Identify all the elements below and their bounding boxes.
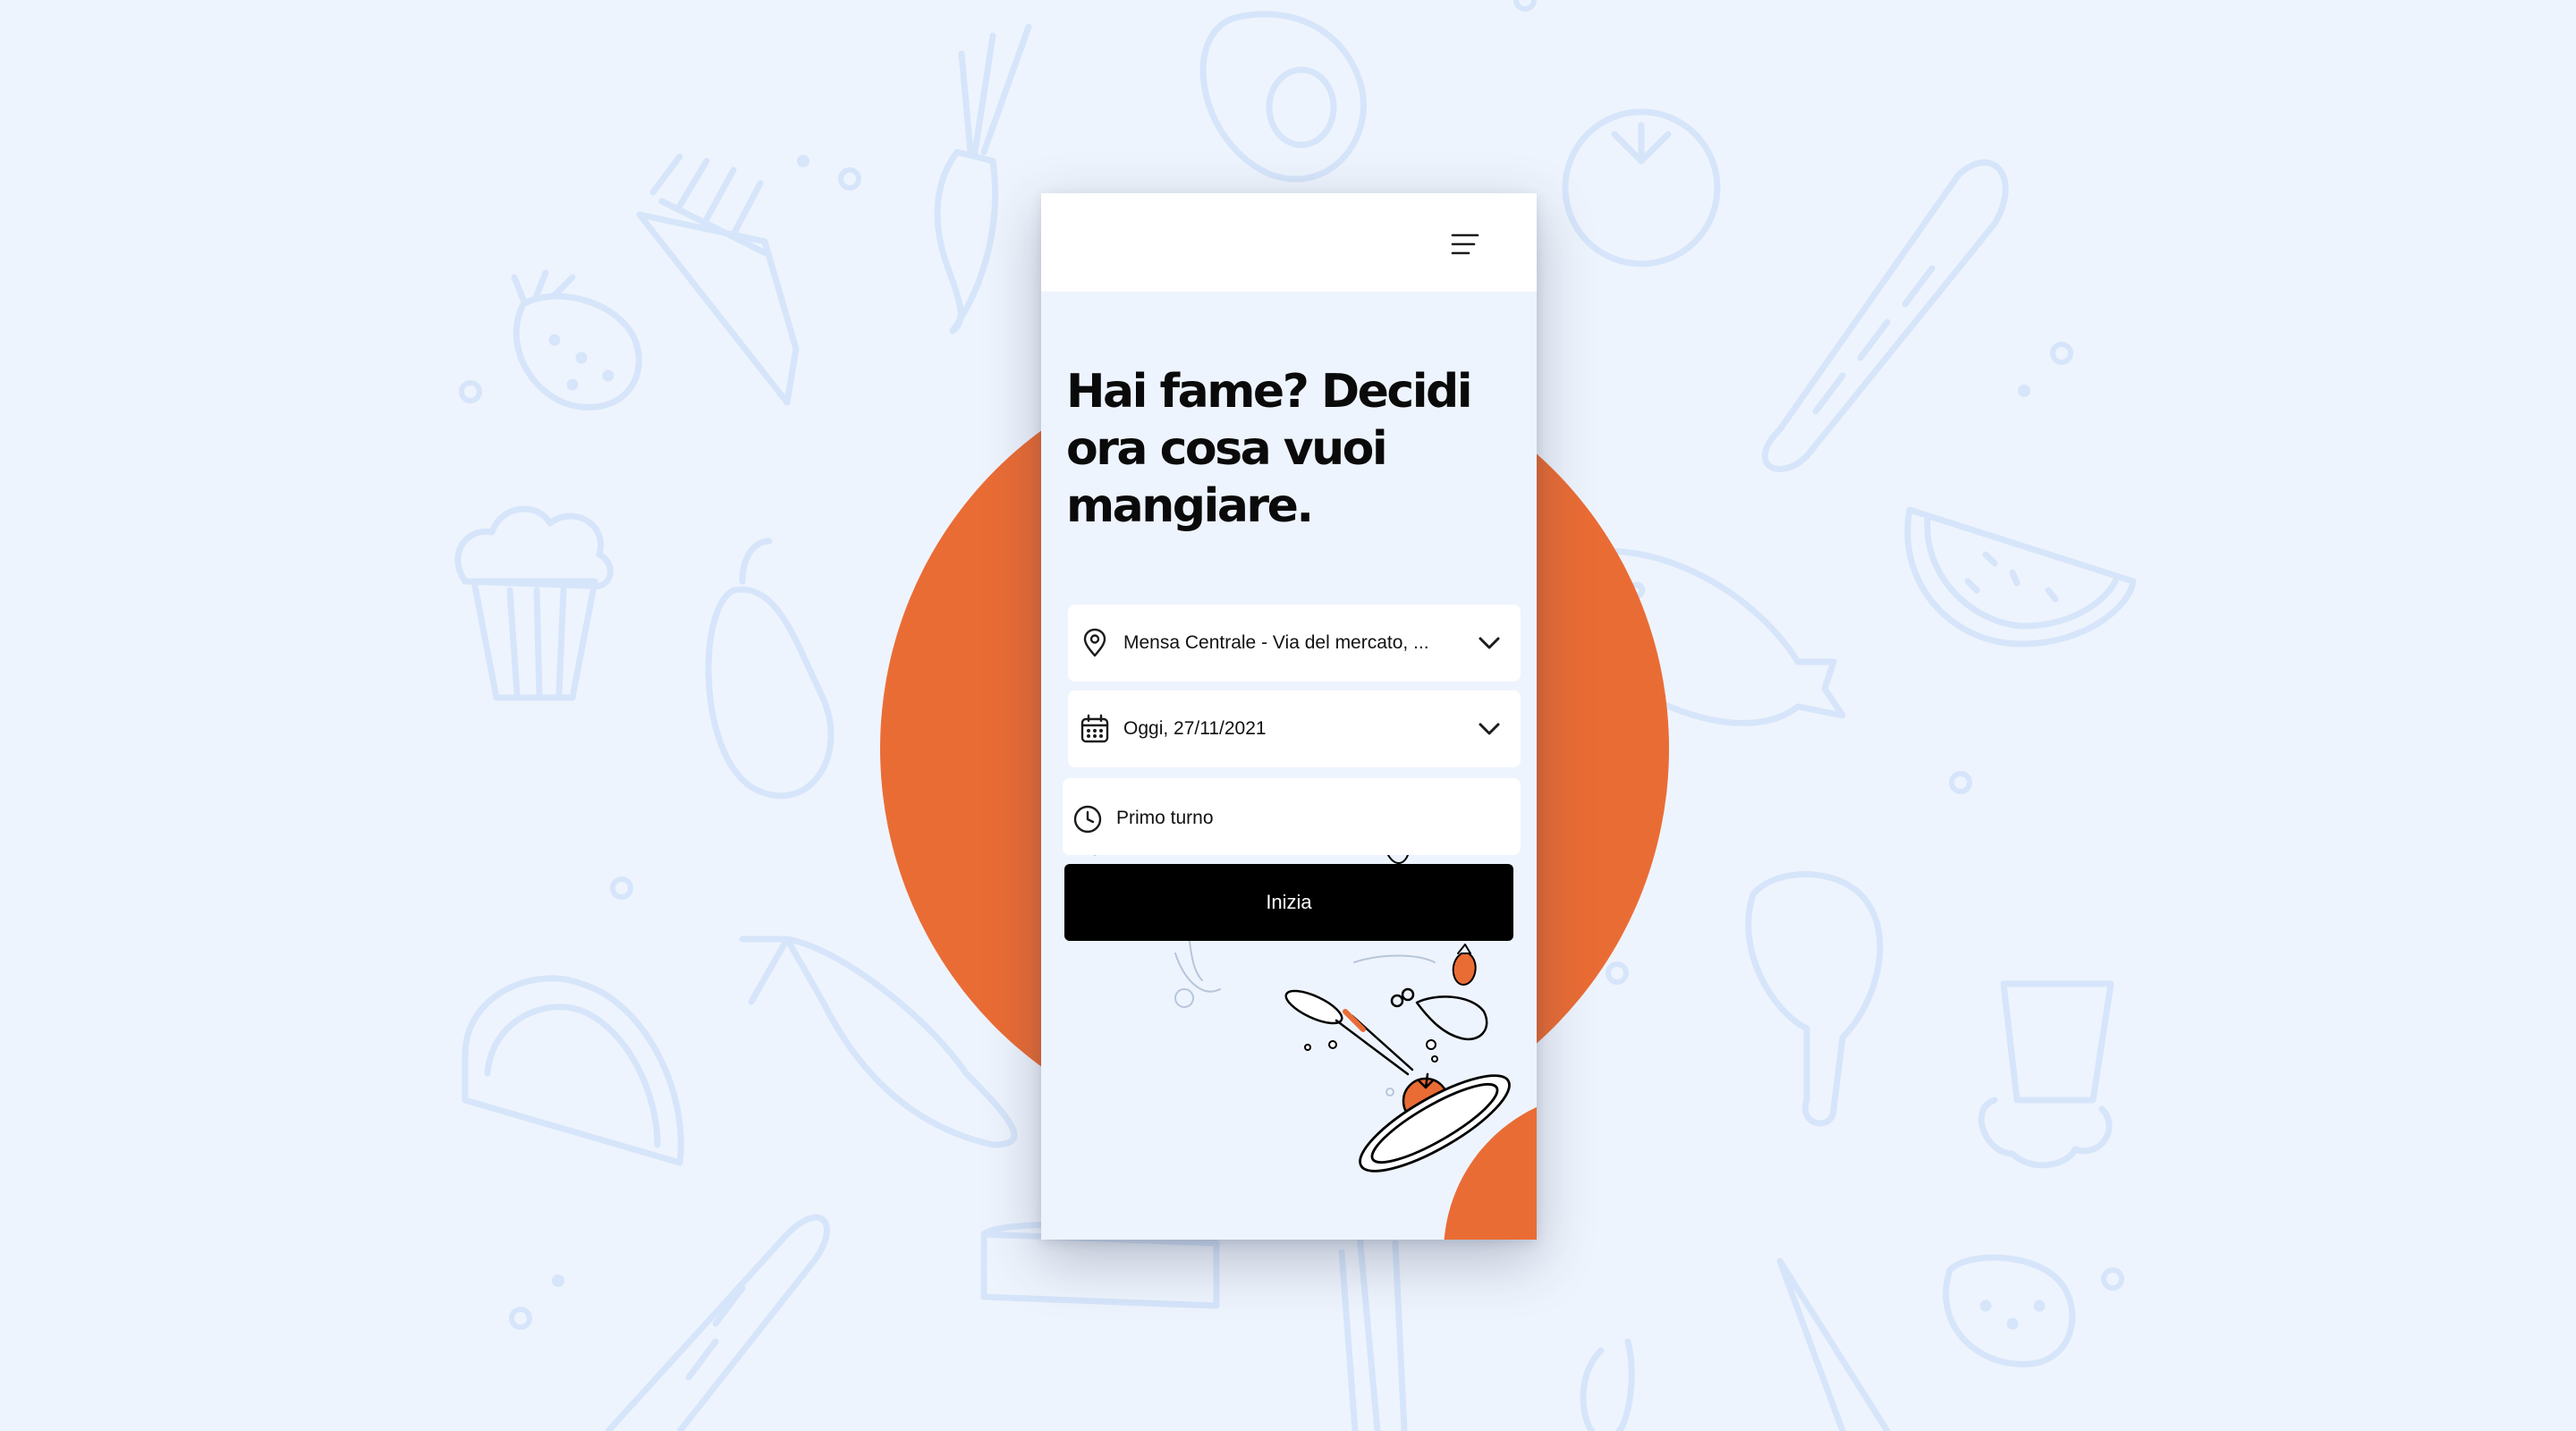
- shift-select[interactable]: Primo turno: [1063, 778, 1521, 855]
- location-select[interactable]: Mensa Centrale - Via del mercato, ...: [1068, 605, 1521, 682]
- fries-doodle: [636, 153, 800, 406]
- map-pin-icon: [1083, 628, 1106, 657]
- baguette-doodle: [1761, 159, 2009, 472]
- carrot-doodle-2: [1580, 1338, 1635, 1431]
- calendar-icon: [1080, 714, 1109, 743]
- hamburger-menu-icon[interactable]: [1449, 231, 1481, 258]
- clock-icon: [1073, 805, 1102, 834]
- phone-mockup: Hai fame? Decidi ora cosa vuoi mangiare.: [1041, 193, 1537, 1240]
- shift-value: Primo turno: [1116, 808, 1214, 828]
- cupcake-doodle: [454, 505, 614, 701]
- date-select[interactable]: Oggi, 27/11/2021: [1068, 690, 1521, 767]
- watermelon-doodle: [1904, 506, 2137, 648]
- eggplant-doodle: [705, 538, 835, 800]
- pizza-doodle: [1776, 1257, 1891, 1431]
- presentation-scene: Hai fame? Decidi ora cosa vuoi mangiare.: [0, 0, 2576, 1431]
- date-value: Oggi, 27/11/2021: [1123, 718, 1267, 739]
- drumstick-doodle: [1745, 871, 1884, 1127]
- strawberry-doodle: [511, 269, 642, 411]
- page-title: Hai fame? Decidi ora cosa vuoi mangiare.: [1066, 365, 1473, 533]
- carrot-doodle: [934, 23, 1032, 334]
- start-button[interactable]: Inizia: [1064, 864, 1513, 941]
- cupcake-doodle-2: [1978, 980, 2114, 1169]
- watermelon-doodle-2: [462, 975, 684, 1166]
- tomato-doodle: [1562, 108, 1721, 267]
- baguette-doodle-2: [605, 1214, 830, 1431]
- chevron-down-icon[interactable]: [1476, 716, 1503, 741]
- asparagus-doodle: [1338, 1231, 1408, 1431]
- location-value: Mensa Centrale - Via del mercato, ...: [1123, 632, 1429, 653]
- app-header: [1041, 193, 1537, 292]
- avocado-doodle: [1199, 11, 1367, 182]
- strawberry-doodle-2: [1943, 1254, 2076, 1367]
- chevron-down-icon[interactable]: [1476, 631, 1503, 656]
